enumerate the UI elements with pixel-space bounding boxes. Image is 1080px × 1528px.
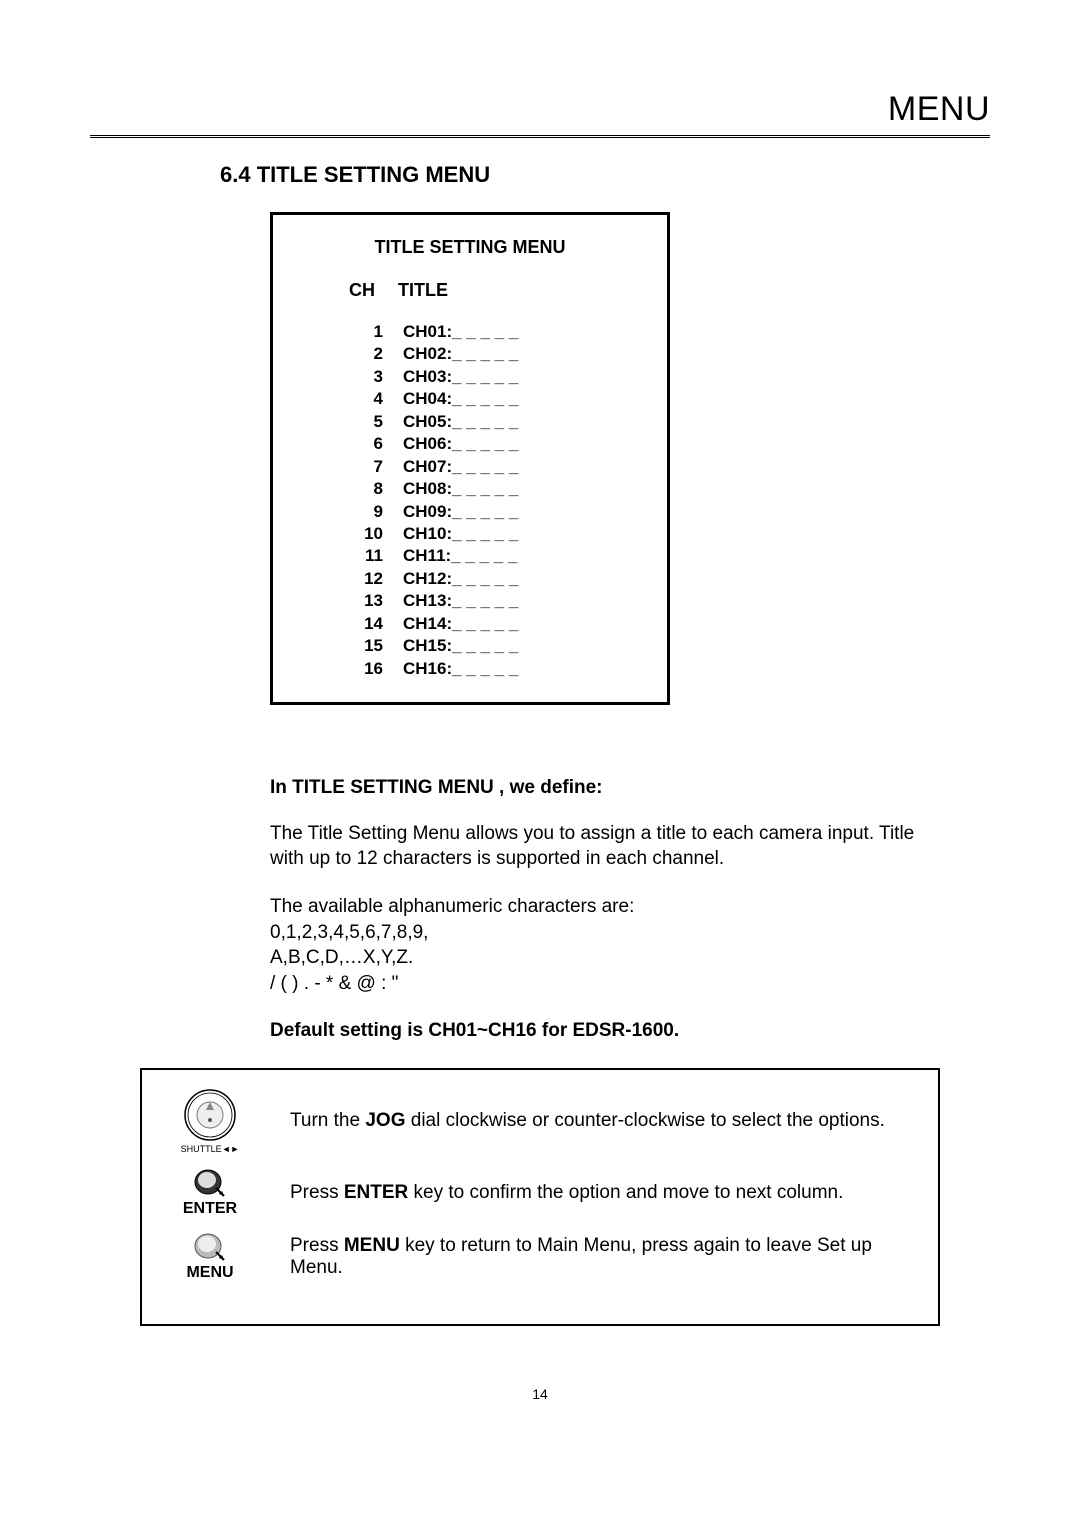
paragraph-chars: The available alphanumeric characters ar… — [270, 894, 930, 997]
jog-sub-label: SHUTTLE◄► — [160, 1144, 260, 1154]
table-row: 11CH11:_ _ _ _ _ — [349, 545, 649, 567]
instruction-enter-text: Press ENTER key to confirm the option an… — [260, 1182, 920, 1204]
table-row: 16CH16:_ _ _ _ _ — [349, 658, 649, 680]
col-ch: CH — [349, 280, 393, 301]
jog-dial-icon — [160, 1088, 260, 1142]
table-row: 1CH01:_ _ _ _ _ — [349, 321, 649, 343]
enter-button-icon — [160, 1168, 260, 1198]
instruction-menu: MENU Press MENU key to return to Main Me… — [160, 1232, 920, 1282]
table-row: 14CH14:_ _ _ _ _ — [349, 613, 649, 635]
paragraph-intro: The Title Setting Menu allows you to ass… — [270, 821, 930, 872]
col-title: TITLE — [398, 280, 448, 300]
instruction-enter: ENTER Press ENTER key to confirm the opt… — [160, 1168, 920, 1218]
enter-label: ENTER — [160, 1200, 260, 1218]
table-row: 3CH03:_ _ _ _ _ — [349, 366, 649, 388]
table-row: 7CH07:_ _ _ _ _ — [349, 456, 649, 478]
table-row: 12CH12:_ _ _ _ _ — [349, 568, 649, 590]
define-heading: In TITLE SETTING MENU , we define: — [270, 775, 930, 801]
table-row: 5CH05:_ _ _ _ _ — [349, 411, 649, 433]
table-row: 9CH09:_ _ _ _ _ — [349, 501, 649, 523]
table-row: 8CH08:_ _ _ _ _ — [349, 478, 649, 500]
title-setting-menu-box: TITLE SETTING MENU CH TITLE 1CH01:_ _ _ … — [270, 212, 670, 705]
instruction-box: SHUTTLE◄► Turn the JOG dial clockwise or… — [140, 1068, 940, 1326]
instruction-jog: SHUTTLE◄► Turn the JOG dial clockwise or… — [160, 1088, 920, 1154]
table-row: 6CH06:_ _ _ _ _ — [349, 433, 649, 455]
default-setting: Default setting is CH01~CH16 for EDSR-16… — [270, 1018, 930, 1044]
menu-button-icon — [160, 1232, 260, 1262]
menu-box-title: TITLE SETTING MENU — [291, 237, 649, 258]
page-number: 14 — [90, 1386, 990, 1402]
table-row: 15CH15:_ _ _ _ _ — [349, 635, 649, 657]
page-header: MENU — [90, 90, 990, 138]
section-title: 6.4 TITLE SETTING MENU — [220, 162, 990, 188]
table-row: 4CH04:_ _ _ _ _ — [349, 388, 649, 410]
menu-box-column-header: CH TITLE — [349, 280, 649, 301]
instruction-jog-text: Turn the JOG dial clockwise or counter-c… — [260, 1110, 920, 1132]
menu-label: MENU — [160, 1264, 260, 1282]
table-row: 13CH13:_ _ _ _ _ — [349, 590, 649, 612]
table-row: 10CH10:_ _ _ _ _ — [349, 523, 649, 545]
instruction-menu-text: Press MENU key to return to Main Menu, p… — [260, 1235, 920, 1279]
table-row: 2CH02:_ _ _ _ _ — [349, 343, 649, 365]
